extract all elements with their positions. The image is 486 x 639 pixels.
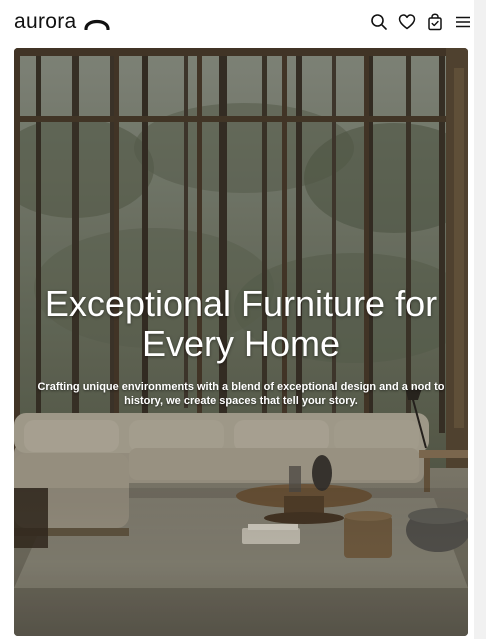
hero-subtitle: Crafting unique environments with a blen… — [37, 381, 445, 407]
menu-icon[interactable] — [454, 13, 472, 31]
header-actions — [370, 13, 472, 31]
search-icon[interactable] — [370, 13, 388, 31]
shopping-bag-icon[interactable] — [426, 13, 444, 31]
logo[interactable]: aurora — [14, 10, 111, 34]
heart-icon[interactable] — [398, 13, 416, 31]
brand-name: aurora — [14, 10, 77, 33]
hero-banner: Exceptional Furniture for Every Home Cra… — [14, 48, 468, 636]
arch-icon — [83, 19, 110, 30]
page-scrollbar[interactable] — [474, 0, 486, 639]
site-header: aurora — [0, 0, 486, 44]
hero-content: Exceptional Furniture for Every Home Cra… — [14, 284, 468, 408]
hero-title: Exceptional Furniture for Every Home — [44, 283, 438, 364]
